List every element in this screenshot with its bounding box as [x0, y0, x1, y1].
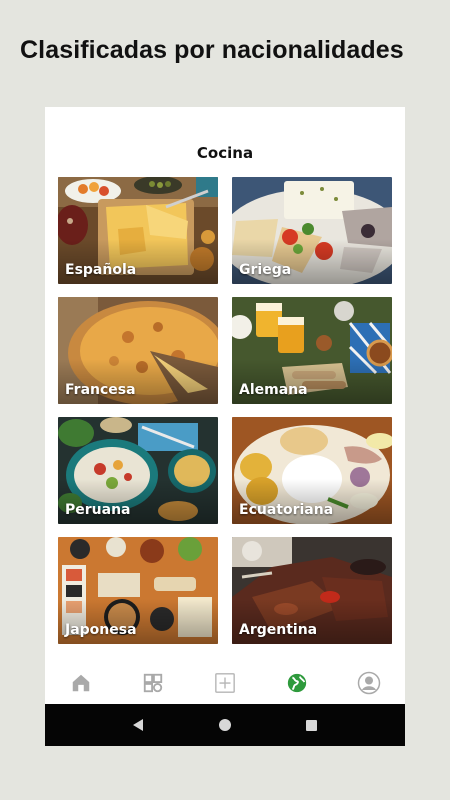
- cuisine-label: Española: [65, 262, 137, 278]
- profile-icon: [357, 671, 381, 695]
- cuisine-label: Francesa: [65, 382, 136, 398]
- system-back-button[interactable]: [123, 710, 153, 740]
- cuisine-label: Argentina: [239, 622, 318, 638]
- cuisine-card-espanola[interactable]: Española: [58, 177, 218, 284]
- phone-screen: Cocina Española Griega Francesa Alemana …: [45, 107, 405, 746]
- nav-home[interactable]: [57, 665, 105, 701]
- system-navigation-bar: [45, 704, 405, 746]
- nav-profile[interactable]: [345, 665, 393, 701]
- nav-add[interactable]: [201, 665, 249, 701]
- bottom-navigation: [45, 662, 405, 704]
- cuisine-card-argentina[interactable]: Argentina: [232, 537, 392, 644]
- add-icon: [215, 673, 235, 693]
- system-home-button[interactable]: [210, 710, 240, 740]
- nav-nationalities[interactable]: [273, 665, 321, 701]
- cuisine-label: Alemana: [239, 382, 308, 398]
- cuisine-card-peruana[interactable]: Peruana: [58, 417, 218, 524]
- cuisine-card-francesa[interactable]: Francesa: [58, 297, 218, 404]
- globe-icon: [287, 673, 307, 693]
- page-headline: Clasificadas por nacionalidades: [20, 36, 404, 64]
- cuisine-label: Japonesa: [65, 622, 137, 638]
- cuisine-label: Ecuatoriana: [239, 502, 334, 518]
- cuisine-card-ecuatoriana[interactable]: Ecuatoriana: [232, 417, 392, 524]
- nav-categories[interactable]: [129, 665, 177, 701]
- cuisine-label: Peruana: [65, 502, 131, 518]
- system-recents-button[interactable]: [297, 710, 327, 740]
- back-icon: [133, 719, 144, 731]
- cuisine-card-griega[interactable]: Griega: [232, 177, 392, 284]
- cuisine-card-alemana[interactable]: Alemana: [232, 297, 392, 404]
- home-circle-icon: [218, 719, 231, 731]
- cuisine-label: Griega: [239, 262, 292, 278]
- recents-icon: [306, 719, 318, 731]
- cuisine-card-japonesa[interactable]: Japonesa: [58, 537, 218, 644]
- screen-title: Cocina: [196, 144, 254, 162]
- home-icon: [72, 674, 90, 692]
- categories-icon: [143, 673, 163, 693]
- cuisine-grid: Española Griega Francesa Alemana Peruana…: [58, 177, 392, 644]
